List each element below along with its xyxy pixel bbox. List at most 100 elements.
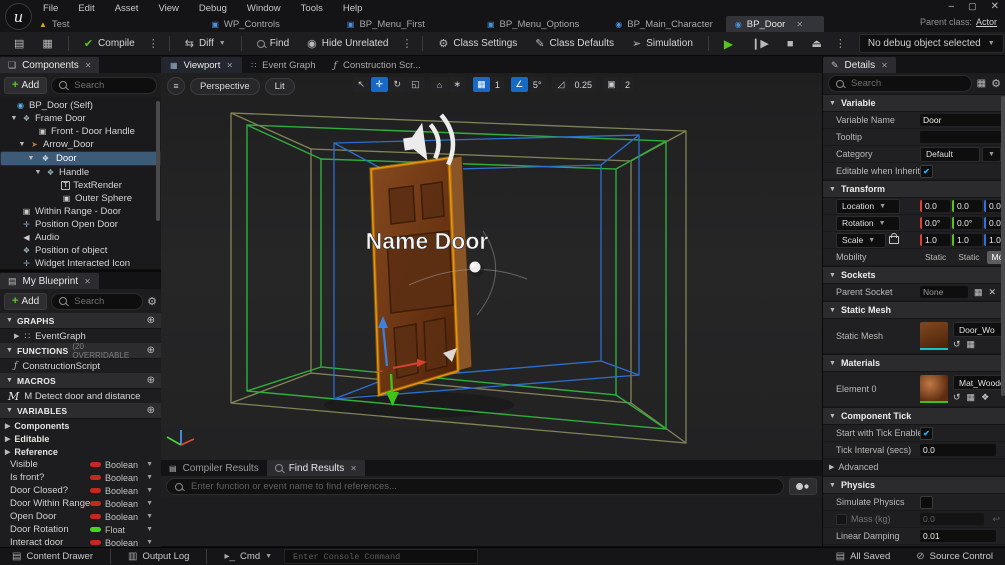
expander-icon[interactable]: ▶ (14, 332, 19, 340)
add-component-button[interactable]: + Add (4, 76, 48, 94)
expander-icon[interactable]: ▼ (34, 169, 42, 176)
variable-group-reference[interactable]: ▶ Reference (0, 445, 161, 458)
add-blueprint-item-button[interactable]: + Add (4, 292, 48, 310)
tree-item-audio[interactable]: ◀ Audio (0, 231, 161, 244)
material-options-icon[interactable]: ❖ (981, 392, 989, 403)
tree-item-bp-door-self[interactable]: ◉ BP_Door (Self) (0, 99, 161, 112)
tree-item-outer-sphere[interactable]: ▣ Outer Sphere (0, 192, 161, 205)
tree-item-frame-door[interactable]: ▼ ❖ Frame Door (0, 112, 161, 125)
simulation-button[interactable]: ➢ Simulation (624, 34, 701, 53)
chevron-down-icon[interactable]: ▼ (146, 539, 161, 546)
source-control-button[interactable]: ⊘ Source Control (910, 551, 999, 562)
clear-socket-icon[interactable]: ✕ (989, 287, 997, 298)
location-dropdown[interactable]: Location ▼ (836, 198, 900, 214)
material-dropdown[interactable]: Mat_Wooden_M (953, 375, 1005, 390)
scale-snap-value[interactable]: 0.25 (570, 77, 596, 92)
graphs-header[interactable]: ▼ GRAPHS ⊕ (0, 313, 161, 329)
content-drawer-button[interactable]: ▤ Content Drawer (6, 551, 99, 562)
perspective-button[interactable]: Perspective (190, 77, 260, 95)
close-tab-icon[interactable]: ✕ (84, 277, 91, 286)
static-mesh-thumbnail[interactable] (920, 322, 948, 350)
menu-asset[interactable]: Asset (106, 2, 148, 15)
rotate-tool-icon[interactable]: ↻ (388, 77, 406, 92)
variable-row-door-closed[interactable]: Door Closed? Boolean ▼ (0, 484, 161, 497)
viewport-3d-scene[interactable]: Name Door (161, 73, 822, 460)
variable-row-door-rotation[interactable]: Door Rotation Float ▼ (0, 523, 161, 536)
tree-item-within-range-door[interactable]: ▣ Within Range - Door (0, 205, 161, 218)
variable-name-field[interactable]: Door (920, 114, 1002, 126)
mass-override-checkbox[interactable] (836, 513, 847, 525)
parent-socket-field[interactable]: None (920, 286, 968, 298)
save-button[interactable]: ▤ (6, 34, 32, 53)
camera-speed-value[interactable]: 2 (620, 77, 634, 92)
category-dropdown[interactable]: Default (920, 146, 980, 162)
my-blueprint-search-input[interactable] (72, 294, 136, 308)
console-command-input[interactable] (291, 550, 472, 563)
expander-icon[interactable]: ▼ (10, 115, 18, 122)
tree-item-front-door-handle[interactable]: ▣ Front - Door Handle (0, 125, 161, 138)
class-defaults-button[interactable]: ✎ Class Defaults (527, 34, 622, 53)
maximize-icon[interactable]: ▢ (968, 1, 977, 12)
compile-options-icon[interactable]: ⋮ (145, 37, 162, 50)
rotation-y-field[interactable]: 0.0° (952, 217, 982, 229)
components-search[interactable] (51, 76, 157, 94)
chevron-down-icon[interactable]: ▼ (146, 461, 161, 468)
frame-skip-button[interactable]: ❙▶ (743, 34, 777, 53)
scale-tool-icon[interactable]: ◱ (406, 77, 424, 92)
hide-unrelated-options-icon[interactable]: ⋮ (398, 37, 415, 50)
construction-script-item[interactable]: ƒ ConstructionScript (0, 359, 161, 373)
all-saved-button[interactable]: ▤ All Saved (830, 551, 897, 562)
world-space-icon[interactable]: ⌂ (430, 77, 448, 92)
location-x-field[interactable]: 0.0 (920, 200, 950, 212)
grid-snap-value[interactable]: 1 (490, 77, 504, 92)
move-tool-icon[interactable]: ✛ (370, 77, 388, 92)
editable-inherited-checkbox[interactable]: ✔ (920, 164, 933, 178)
close-icon[interactable]: ✕ (991, 1, 999, 12)
viewport-menu-icon[interactable]: ≡ (167, 77, 185, 95)
variable-group-components[interactable]: ▶ Components (0, 419, 161, 432)
tree-item-textrender[interactable]: T TextRender (0, 179, 161, 192)
rotation-snap-value[interactable]: 5° (528, 77, 546, 92)
socket-picker-icon[interactable]: ▦ (974, 287, 983, 298)
find-references-input[interactable] (189, 480, 775, 493)
display-filter-icon[interactable]: ▦ (977, 78, 986, 89)
rotation-x-field[interactable]: 0.0° (920, 217, 950, 229)
add-graph-icon[interactable]: ⊕ (147, 315, 155, 326)
variables-header[interactable]: ▼ VARIABLES ⊕ (0, 403, 161, 419)
expander-icon[interactable]: ▼ (27, 155, 35, 162)
play-options-icon[interactable]: ⋮ (832, 37, 849, 50)
tab-bp-main-character[interactable]: ◉ BP_Main_Character (606, 16, 722, 32)
minimize-icon[interactable]: – (949, 1, 955, 12)
close-tab-icon[interactable]: ✕ (85, 61, 92, 70)
tab-wp-controls[interactable]: ▣ WP_Controls (202, 16, 289, 32)
reset-to-default-icon[interactable]: ↩ (992, 514, 1002, 525)
find-in-blueprints-button[interactable] (789, 478, 817, 495)
details-search[interactable] (828, 75, 972, 92)
row-advanced[interactable]: ▶ Advanced (823, 459, 1005, 476)
chevron-down-icon[interactable]: ▼ (146, 487, 161, 494)
class-settings-button[interactable]: ⚙ Class Settings (430, 34, 525, 53)
tree-item-arrow-door[interactable]: ▼ ➤ Arrow_Door (0, 138, 161, 151)
category-chevron[interactable]: ▼ (982, 146, 1001, 162)
tab-components[interactable]: ❏ Components ✕ (0, 57, 100, 73)
macro-item[interactable]: M M Detect door and distance (0, 389, 161, 403)
diff-button[interactable]: ⇆ Diff ▼ (177, 34, 234, 53)
macros-header[interactable]: ▼ MACROS ⊕ (0, 373, 161, 389)
scale-y-field[interactable]: 1.0 (952, 234, 982, 246)
tree-item-position-open-door[interactable]: ✛ Position Open Door (0, 218, 161, 231)
menu-window[interactable]: Window (238, 2, 290, 15)
lit-button[interactable]: Lit (264, 77, 295, 95)
tick-interval-field[interactable]: 0.0 (920, 444, 996, 456)
eject-button[interactable]: ⏏ (803, 34, 829, 53)
chevron-down-icon[interactable]: ▼ (146, 474, 161, 481)
section-materials[interactable]: ▼ Materials (823, 354, 1005, 372)
scale-x-field[interactable]: 1.0 (920, 234, 950, 246)
section-static-mesh[interactable]: ▼ Static Mesh (823, 301, 1005, 319)
mobility-stationary-button[interactable]: Static (953, 251, 984, 264)
expander-icon[interactable]: ▼ (18, 141, 26, 148)
stop-button[interactable]: ■ (779, 35, 802, 53)
play-button[interactable]: ▶ (716, 34, 741, 54)
grid-snap-icon[interactable]: ▦ (472, 77, 490, 92)
tooltip-field[interactable] (920, 131, 1002, 143)
parent-class-link[interactable]: Actor (976, 17, 997, 27)
